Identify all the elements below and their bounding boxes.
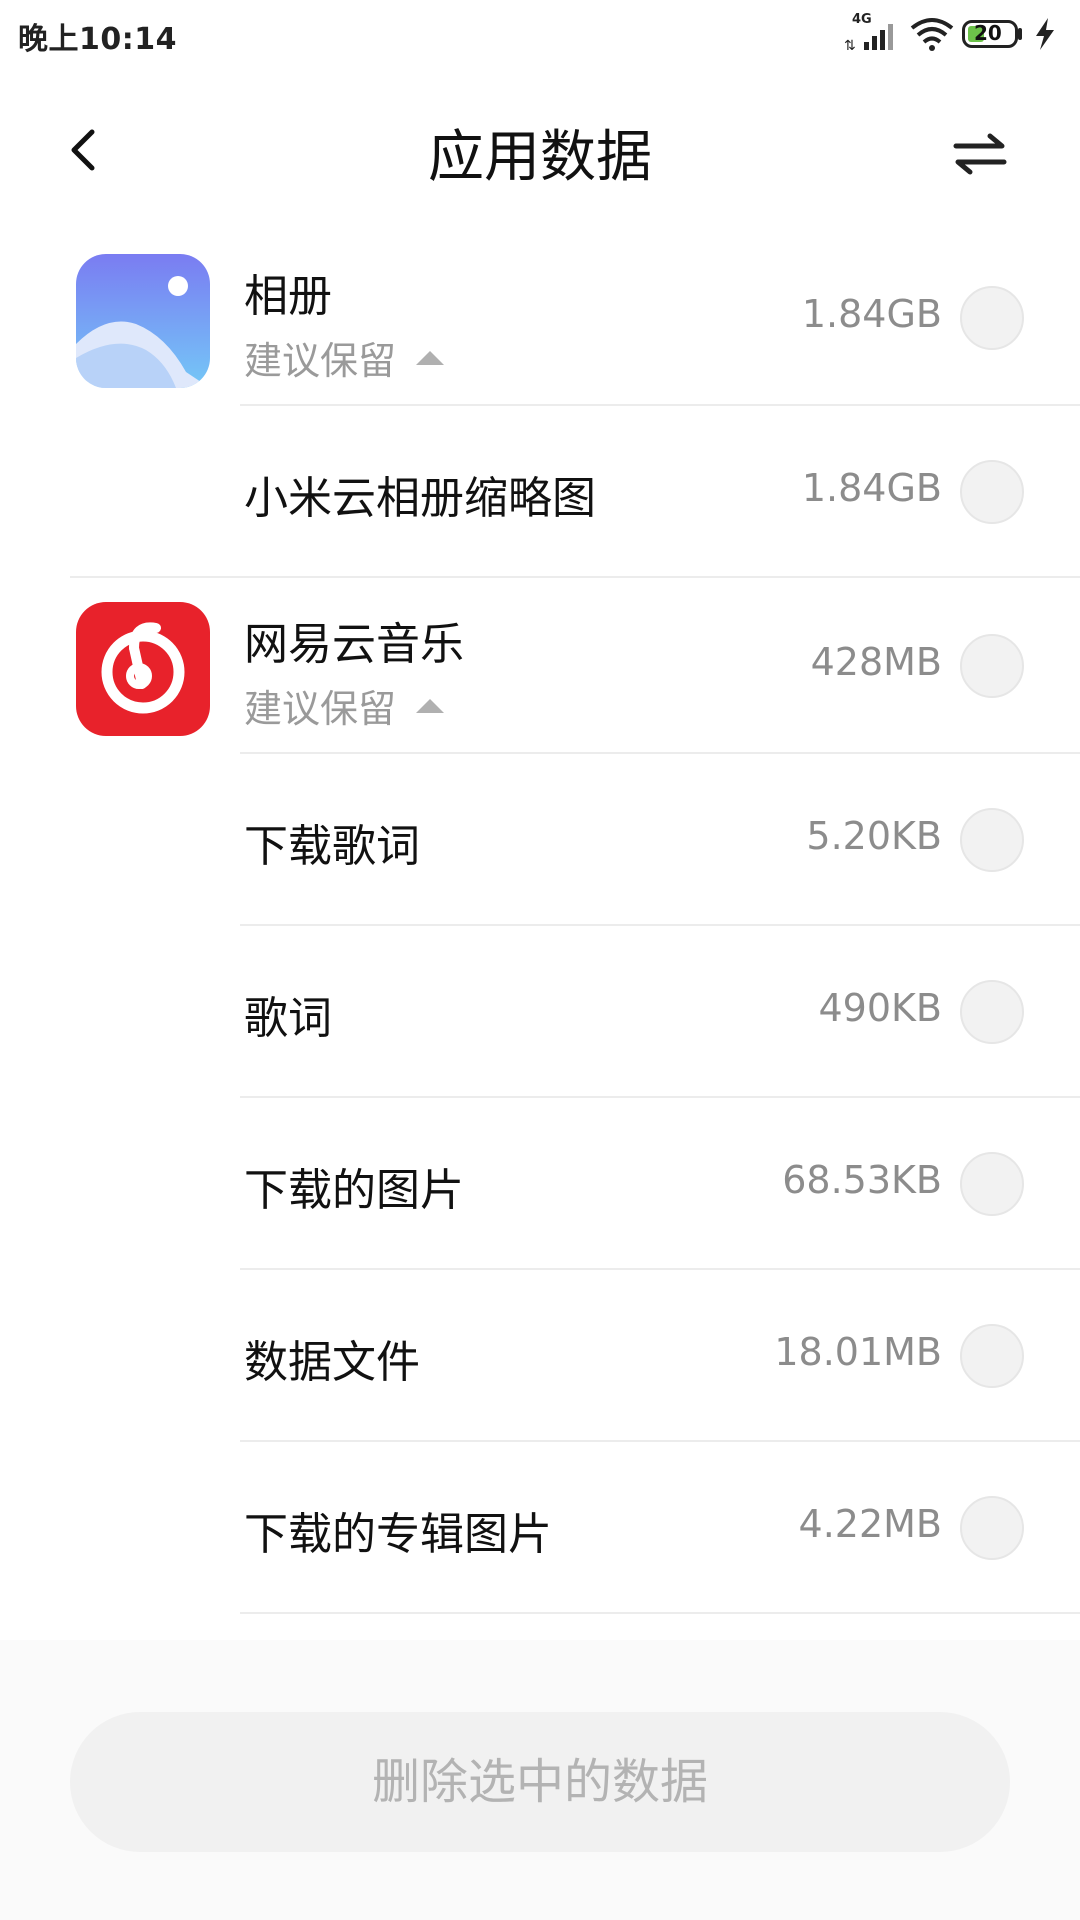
sort-swap-icon: [953, 133, 1007, 175]
select-checkbox[interactable]: [960, 460, 1024, 524]
list-item[interactable]: 下载歌词 5.20KB: [0, 754, 1080, 926]
item-name: 歌词: [244, 993, 332, 1044]
collapse-caret-icon: [416, 698, 445, 713]
select-checkbox[interactable]: [960, 808, 1024, 872]
select-checkbox[interactable]: [960, 1152, 1024, 1216]
app-row-gallery[interactable]: 相册 建议保留 1.84GB: [0, 230, 1080, 406]
recommendation-label: 建议保留: [244, 687, 397, 731]
app-row-music[interactable]: 网易云音乐 建议保留 428MB: [0, 578, 1080, 754]
item-name: 下载的图片: [244, 1165, 464, 1216]
list-item[interactable]: 下载的专辑图片 4.22MB: [0, 1442, 1080, 1614]
app-recommendation[interactable]: 建议保留: [244, 678, 445, 733]
sort-button[interactable]: [940, 114, 1020, 194]
app-name: 网易云音乐: [244, 619, 464, 670]
app-recommendation[interactable]: 建议保留: [244, 330, 445, 385]
item-size: 490KB: [818, 986, 942, 1030]
app-name: 相册: [244, 271, 332, 322]
svg-text:⇅: ⇅: [844, 38, 856, 54]
list-item[interactable]: 下载的图片 68.53KB: [0, 1098, 1080, 1270]
netease-music-app-icon: [76, 602, 210, 736]
cellular-signal-icon: 4G ⇅: [842, 12, 902, 54]
gallery-app-icon: [76, 254, 210, 388]
recommendation-label: 建议保留: [244, 339, 397, 383]
select-checkbox[interactable]: [960, 1496, 1024, 1560]
item-name: 下载的专辑图片: [244, 1509, 552, 1560]
status-icons: 4G ⇅ 20: [842, 12, 1062, 58]
select-checkbox[interactable]: [960, 980, 1024, 1044]
header: 应用数据: [0, 90, 1080, 220]
item-size: 1.84GB: [801, 466, 942, 510]
select-checkbox[interactable]: [960, 1324, 1024, 1388]
list-item[interactable]: 歌词 490KB: [0, 926, 1080, 1098]
item-size: 68.53KB: [782, 1158, 942, 1202]
select-checkbox[interactable]: [960, 286, 1024, 350]
item-size: 18.01MB: [774, 1330, 942, 1374]
wifi-icon: [908, 14, 956, 54]
delete-selected-button[interactable]: 删除选中的数据: [70, 1712, 1010, 1852]
item-size: 5.20KB: [806, 814, 942, 858]
item-name: 数据文件: [244, 1337, 420, 1388]
item-size: 4.22MB: [798, 1502, 942, 1546]
select-checkbox[interactable]: [960, 634, 1024, 698]
battery-icon: 20: [962, 14, 1026, 54]
app-size: 428MB: [810, 640, 942, 684]
status-time: 晚上10:14: [18, 22, 177, 57]
divider: [240, 1612, 1080, 1614]
app-size: 1.84GB: [801, 292, 942, 336]
list-item[interactable]: 小米云相册缩略图 1.84GB: [0, 406, 1080, 578]
item-name: 下载歌词: [244, 821, 420, 872]
page-title: 应用数据: [428, 125, 652, 190]
collapse-caret-icon: [416, 350, 445, 365]
list-item[interactable]: 数据文件 18.01MB: [0, 1270, 1080, 1442]
status-bar: 晚上10:14 4G ⇅ 20: [0, 0, 1080, 70]
battery-level: 20: [974, 21, 1002, 45]
app-data-list: 相册 建议保留 1.84GB 小米云相册缩略图 1.84GB 网易云音乐 建议保…: [0, 230, 1080, 1614]
item-name: 小米云相册缩略图: [244, 473, 596, 524]
bottom-action-bar: 删除选中的数据: [0, 1640, 1080, 1920]
charging-icon: [1032, 14, 1058, 54]
